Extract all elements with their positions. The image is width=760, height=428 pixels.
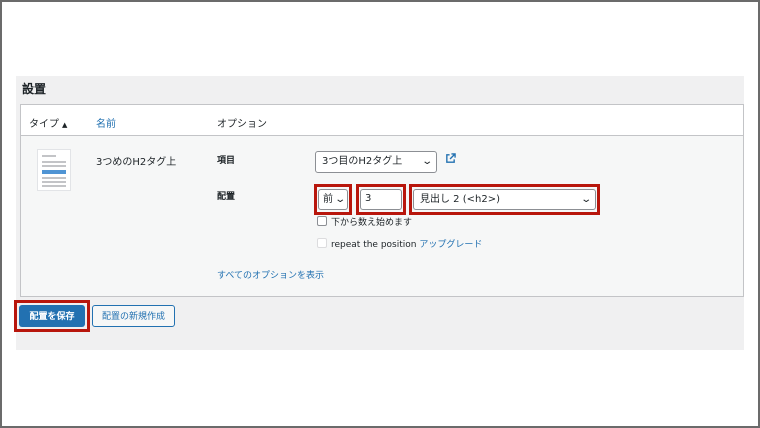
repeat-position-checkbox bbox=[317, 238, 327, 248]
column-header-options: オプション bbox=[217, 119, 267, 130]
position-select[interactable]: 前 ⌄ bbox=[318, 189, 348, 210]
show-all-options-link[interactable]: すべてのオプションを表示 bbox=[217, 268, 324, 281]
external-link-icon[interactable] bbox=[445, 153, 456, 164]
chevron-down-icon: ⌄ bbox=[579, 194, 592, 205]
section-title: 設置 bbox=[22, 82, 47, 96]
sort-up-icon: ▲ bbox=[62, 121, 68, 129]
new-placement-button[interactable]: 配置の新規作成 bbox=[92, 305, 175, 327]
index-input[interactable]: 3 bbox=[360, 189, 402, 210]
item-label: 項目 bbox=[217, 156, 236, 166]
position-select-value: 前 bbox=[323, 194, 333, 205]
repeat-position-text: repeat the position bbox=[331, 240, 417, 250]
upgrade-link[interactable]: アップグレード bbox=[419, 240, 482, 250]
item-select[interactable]: 3つ目のH2タグ上 ⌄ bbox=[315, 151, 437, 173]
placement-label: 配置 bbox=[217, 192, 236, 202]
placement-type-thumbnail-icon bbox=[37, 149, 71, 191]
heading-select-value: 見出し 2 (<h2>) bbox=[420, 194, 500, 205]
repeat-position-label: repeat the position アップグレード bbox=[331, 237, 482, 250]
placement-name: 3つめのH2タグ上 bbox=[96, 157, 177, 168]
chevron-down-icon: ⌄ bbox=[420, 156, 433, 167]
column-header-name[interactable]: 名前 bbox=[96, 115, 116, 130]
chevron-down-icon: ⌄ bbox=[333, 194, 346, 205]
heading-select[interactable]: 見出し 2 (<h2>) ⌄ bbox=[413, 189, 596, 210]
save-placement-button[interactable]: 配置を保存 bbox=[19, 305, 85, 327]
table-header: タイプ ▲ 名前 オプション bbox=[21, 105, 743, 136]
column-header-type-label: タイプ bbox=[29, 119, 59, 130]
column-header-type[interactable]: タイプ ▲ bbox=[29, 115, 67, 130]
item-select-value: 3つ目のH2タグ上 bbox=[322, 156, 403, 167]
count-from-bottom-label: 下から数え始めます bbox=[331, 218, 413, 228]
count-from-bottom-checkbox[interactable] bbox=[317, 216, 327, 226]
